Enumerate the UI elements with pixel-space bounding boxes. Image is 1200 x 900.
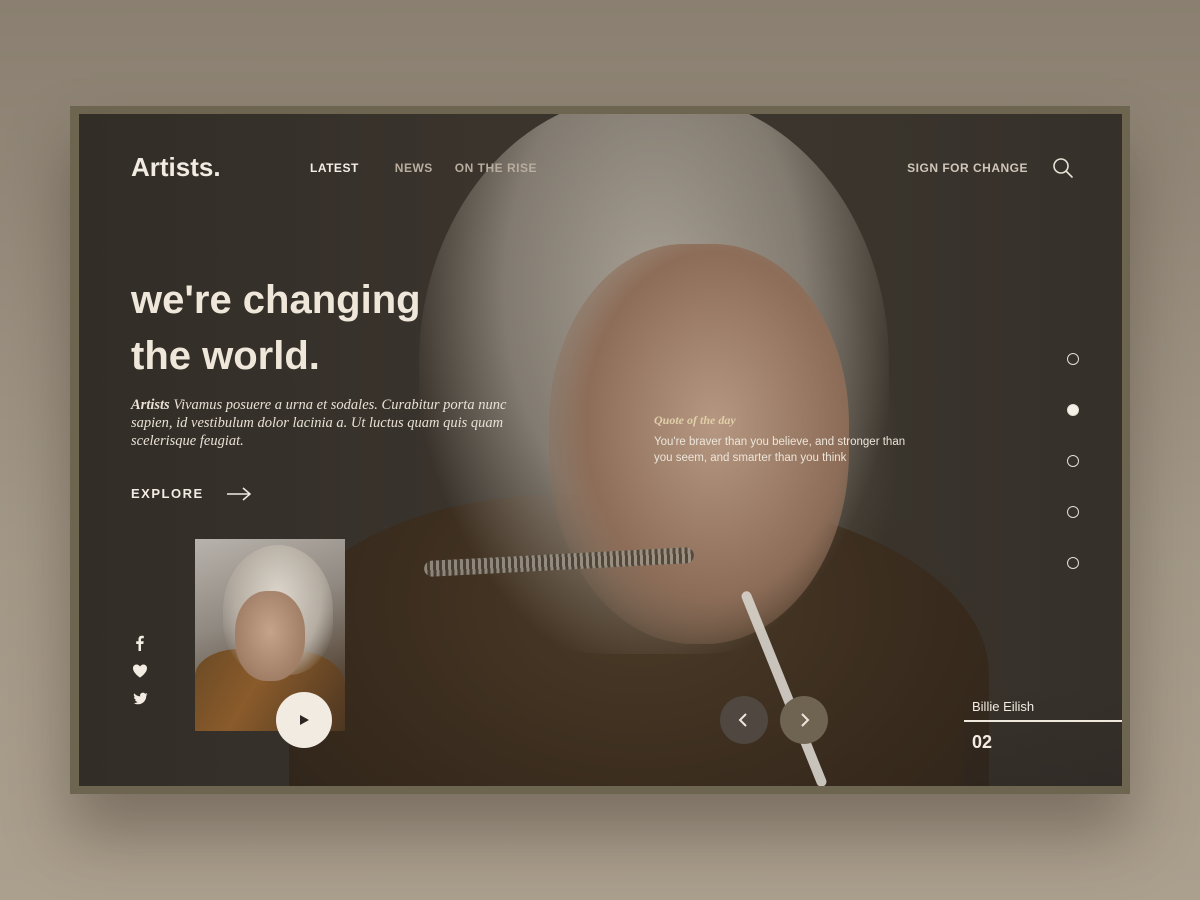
quote-title: Quote of the day	[654, 413, 736, 427]
hero-screen: Artists. LATEST NEWS ON THE RISE SIGN FO…	[79, 114, 1122, 786]
pagination-dots	[1067, 353, 1079, 608]
thumbnail-face	[235, 591, 305, 681]
search-icon[interactable]	[1052, 157, 1074, 179]
pagination-dot[interactable]	[1067, 455, 1079, 467]
explore-button[interactable]: EXPLORE	[131, 486, 252, 501]
description-body: Vivamus posuere a urna et sodales. Curab…	[131, 397, 507, 449]
facebook-icon[interactable]	[131, 634, 149, 662]
previous-button[interactable]	[720, 696, 768, 744]
nav-latest[interactable]: LATEST	[310, 161, 359, 175]
quote-text: You're braver than you believe, and stro…	[654, 436, 906, 464]
logo[interactable]: Artists.	[131, 152, 221, 183]
headline-line-2: the world.	[131, 334, 320, 378]
chevron-right-icon	[801, 713, 810, 727]
artist-name: Billie Eilish	[972, 699, 1035, 714]
main-nav: LATEST NEWS ON THE RISE	[310, 161, 559, 175]
twitter-icon[interactable]	[131, 690, 149, 718]
hero-description: Artists Vivamus posuere a urna et sodale…	[131, 396, 511, 450]
sign-for-change-link[interactable]: SIGN FOR CHANGE	[907, 161, 1028, 175]
play-icon	[300, 715, 309, 725]
artist-divider	[964, 720, 1122, 722]
explore-label: EXPLORE	[131, 486, 204, 501]
pagination-dot[interactable]	[1067, 557, 1079, 569]
play-button[interactable]	[276, 692, 332, 748]
hero-headline: we're changing the world.	[131, 272, 491, 384]
chevron-left-icon	[738, 713, 747, 727]
pagination-dot[interactable]	[1067, 353, 1079, 365]
social-links	[131, 634, 149, 718]
nav-on-the-rise[interactable]: ON THE RISE	[455, 161, 537, 175]
description-lead: Artists	[131, 397, 170, 413]
next-button[interactable]	[780, 696, 828, 744]
pagination-dot[interactable]	[1067, 506, 1079, 518]
pagination-dot-active[interactable]	[1067, 404, 1079, 416]
headline-line-1: we're changing	[131, 278, 421, 322]
arrow-right-icon	[226, 486, 251, 501]
heart-icon[interactable]	[131, 662, 149, 690]
artist-number: 02	[972, 732, 993, 752]
nav-news[interactable]: NEWS	[395, 161, 433, 175]
